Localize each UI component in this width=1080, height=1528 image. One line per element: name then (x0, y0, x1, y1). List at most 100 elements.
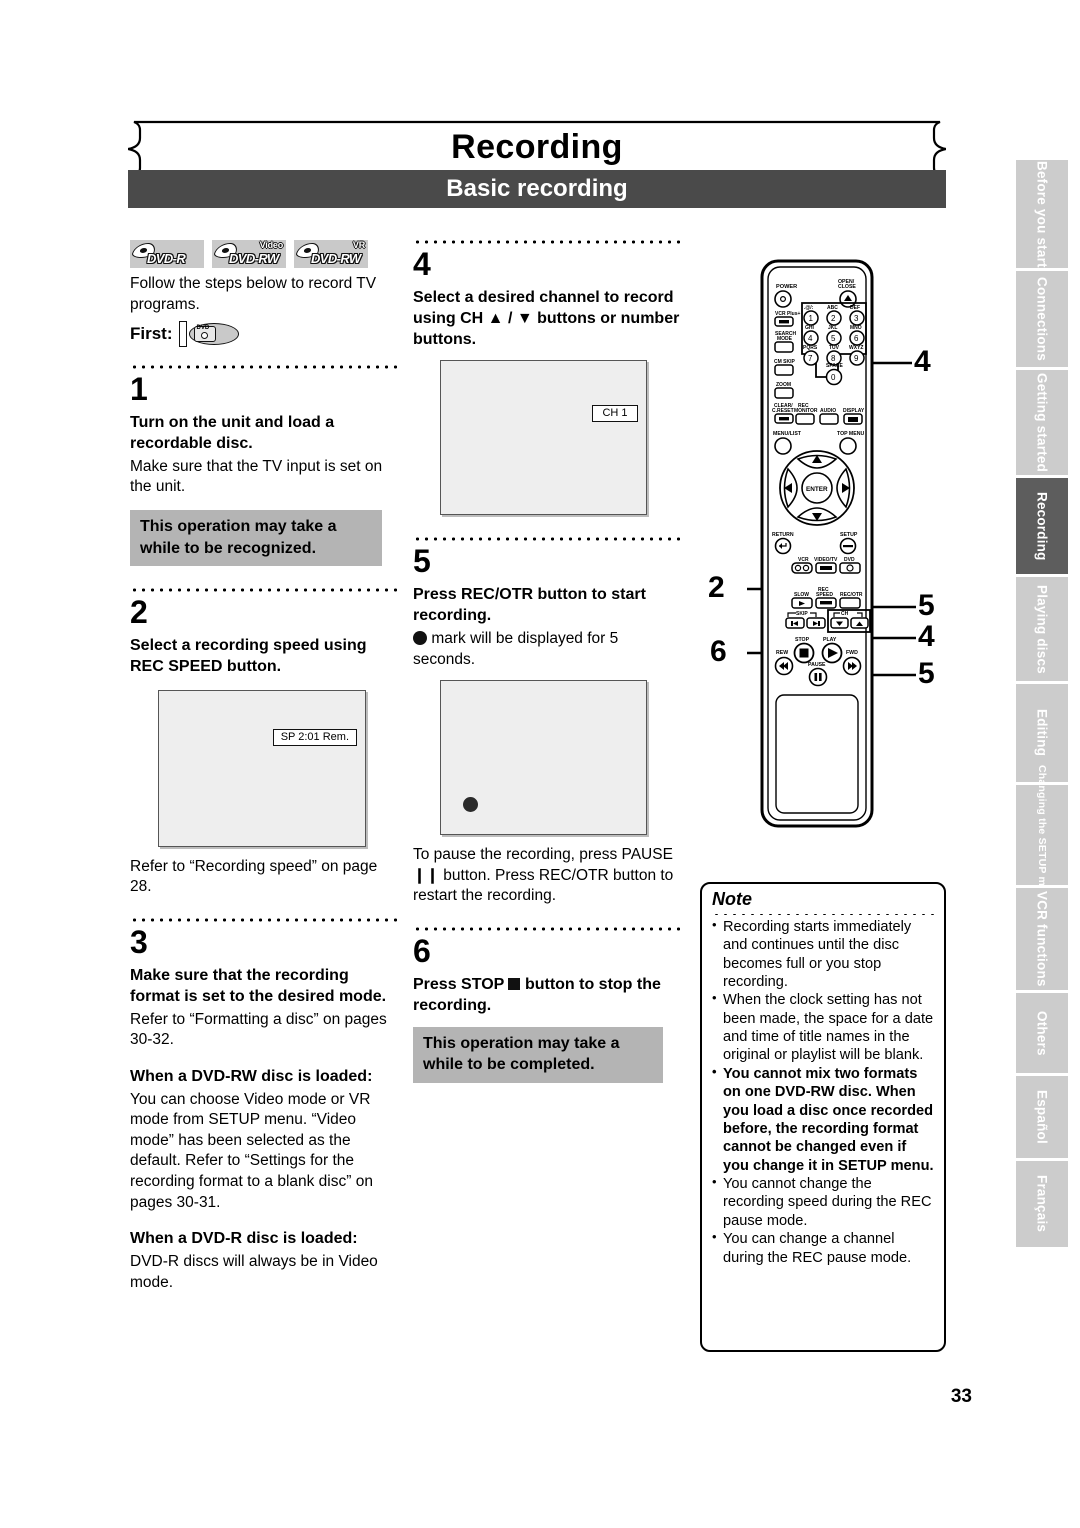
svg-text:RETURN: RETURN (772, 532, 794, 538)
side-tab-navigation: Before you start Connections Getting sta… (1016, 160, 1068, 1250)
svg-text:5: 5 (831, 334, 836, 343)
step-5: 5 Press REC/OTR button to start recordin… (413, 537, 681, 907)
svg-text:DEF: DEF (850, 305, 860, 311)
svg-text:REC/OTR: REC/OTR (840, 592, 863, 598)
side-tab-connections[interactable]: Connections (1016, 271, 1068, 367)
svg-text:PAUSE: PAUSE (808, 662, 826, 668)
osd-rec-speed: SP 2:01 Rem. (272, 728, 357, 746)
step-number: 4 (413, 246, 431, 282)
dvd-rw-vr-logo-icon: VR DVD-RW (294, 240, 368, 268)
step-heading-part1: Press STOP (413, 976, 505, 994)
svg-text:CH: CH (841, 611, 849, 617)
callout-number: 6 (710, 635, 727, 668)
dvd-rw-subheading: When a DVD-RW disc is loaded: (130, 1067, 373, 1085)
intro-text: Follow the steps below to record TV prog… (130, 275, 377, 313)
step-heading: Select a desired channel to record using… (413, 289, 680, 348)
side-tab-label: Getting started (1034, 372, 1050, 472)
first-row: First: DVD (130, 319, 400, 349)
svg-text:1: 1 (809, 314, 814, 323)
svg-text:SKIP: SKIP (796, 611, 808, 617)
svg-text:ABC: ABC (827, 305, 838, 311)
step-divider (130, 588, 400, 593)
svg-text:DISPLAY: DISPLAY (843, 408, 865, 414)
callout-number: 4 (914, 345, 931, 378)
svg-text:9: 9 (854, 354, 859, 363)
step-heading: Select a recording speed using REC SPEED… (130, 637, 367, 676)
svg-text:6: 6 (854, 334, 859, 343)
step-2-screen-mock: SP 2:01 Rem. (158, 689, 366, 847)
step-6-heading: Press STOP button to stop the recording. (413, 975, 681, 1017)
side-tab-others[interactable]: Others (1016, 993, 1068, 1073)
side-tab-recording[interactable]: Recording (1016, 478, 1068, 574)
logo-name: DVD-RW (311, 251, 361, 266)
logo-top-label: VR (352, 240, 365, 250)
svg-text:MNO: MNO (850, 325, 862, 331)
svg-text:CLOSE: CLOSE (838, 284, 856, 290)
step-divider (413, 537, 681, 542)
logo-name: DVD-R (147, 251, 186, 266)
step-5-after-body: To pause the recording, press PAUSE ❙❙ b… (413, 846, 674, 905)
side-tab-label: Editing (1034, 709, 1050, 757)
side-tab-vcr-functions[interactable]: VCR functions (1016, 888, 1068, 990)
step-heading: Turn on the unit and load a recordable d… (130, 414, 335, 453)
svg-text:VCR Plus+: VCR Plus+ (775, 311, 801, 317)
remote-control-diagram: POWER OPEN/ CLOSE VCR Plus+ SEARCH MODE … (690, 255, 950, 855)
svg-text:JKL: JKL (828, 325, 837, 331)
stop-square-icon (508, 978, 521, 991)
svg-text:TUV: TUV (829, 345, 840, 351)
side-tab-playing-discs[interactable]: Playing discs (1016, 577, 1068, 681)
svg-text:7: 7 (808, 354, 813, 363)
step-1-gray-note: This operation may take a while to be re… (130, 510, 382, 567)
left-column: DVD-R Video DVD-RW VR DVD-RW Follow the … (130, 240, 400, 1293)
svg-text:DVD: DVD (844, 557, 855, 563)
logo-top-label: Video (259, 240, 284, 250)
side-tab-francais[interactable]: Français (1016, 1161, 1068, 1247)
side-tab-label: Playing discs (1034, 584, 1050, 674)
step-heading: Make sure that the recording format is s… (130, 967, 387, 1005)
note-item: You cannot mix two formats on one DVD-RW… (712, 1064, 934, 1175)
recording-indicator-dot (463, 797, 478, 813)
step-4: 4 Select a desired channel to record usi… (413, 240, 681, 516)
side-tab-label: Others (1034, 1010, 1050, 1056)
step-number: 5 (413, 543, 431, 580)
side-tab-changing-the-setup-menu[interactable]: Changing the SETUP menu (1016, 765, 1068, 905)
svg-text:2: 2 (831, 314, 836, 323)
step-body: mark will be displayed for 5 seconds. (413, 629, 619, 668)
step-heading: Press REC/OTR button to start recording. (413, 586, 646, 625)
side-tab-before-you-start[interactable]: Before you start (1016, 160, 1068, 268)
section-title-bar: Basic recording (128, 170, 946, 208)
step-number: 1 (130, 371, 148, 408)
note-item: When the clock setting has not been made… (712, 990, 934, 1065)
svg-text:MODE: MODE (777, 336, 793, 342)
svg-text:8: 8 (831, 354, 836, 363)
side-tab-label: Connections (1034, 277, 1050, 361)
svg-text:SPACE: SPACE (826, 363, 844, 369)
side-tab-getting-started[interactable]: Getting started (1016, 370, 1068, 475)
svg-text:3: 3 (854, 314, 859, 323)
step-number: 2 (130, 594, 148, 631)
step-divider (413, 240, 681, 244)
dvd-rw-subbody: You can choose Video mode or VR mode fro… (130, 1090, 373, 1211)
step-number: 3 (130, 924, 148, 961)
step-5-body-row: mark will be displayed for 5 seconds. (413, 629, 681, 670)
step-3: 3 Make sure that the recording format is… (130, 918, 400, 1293)
step-2: 2 Select a recording speed using REC SPE… (130, 588, 400, 898)
svg-text:WXYZ: WXYZ (849, 345, 863, 351)
side-tab-label: Changing the SETUP menu (1036, 764, 1048, 906)
side-tab-label: Español (1034, 1090, 1050, 1144)
svg-text:GHI: GHI (805, 325, 815, 331)
page-title: Recording (451, 127, 623, 166)
side-tab-label: Recording (1034, 491, 1050, 561)
svg-text:TOP MENU: TOP MENU (837, 431, 864, 437)
side-tab-espanol[interactable]: Español (1016, 1076, 1068, 1158)
svg-text:SETUP: SETUP (840, 532, 858, 538)
section-title: Basic recording (446, 175, 628, 202)
svg-text:.@/:: .@/: (804, 305, 814, 311)
svg-text:SPEED: SPEED (816, 592, 833, 598)
manual-page: Recording Basic recording DVD-R Video DV… (0, 0, 1080, 1528)
dvd-rw-video-logo-icon: Video DVD-RW (212, 240, 286, 268)
record-dot-icon (413, 630, 427, 645)
first-label: First: (130, 324, 173, 344)
side-tab-label: VCR functions (1034, 891, 1050, 987)
note-box: Note Recording starts immediately and co… (700, 882, 946, 1352)
